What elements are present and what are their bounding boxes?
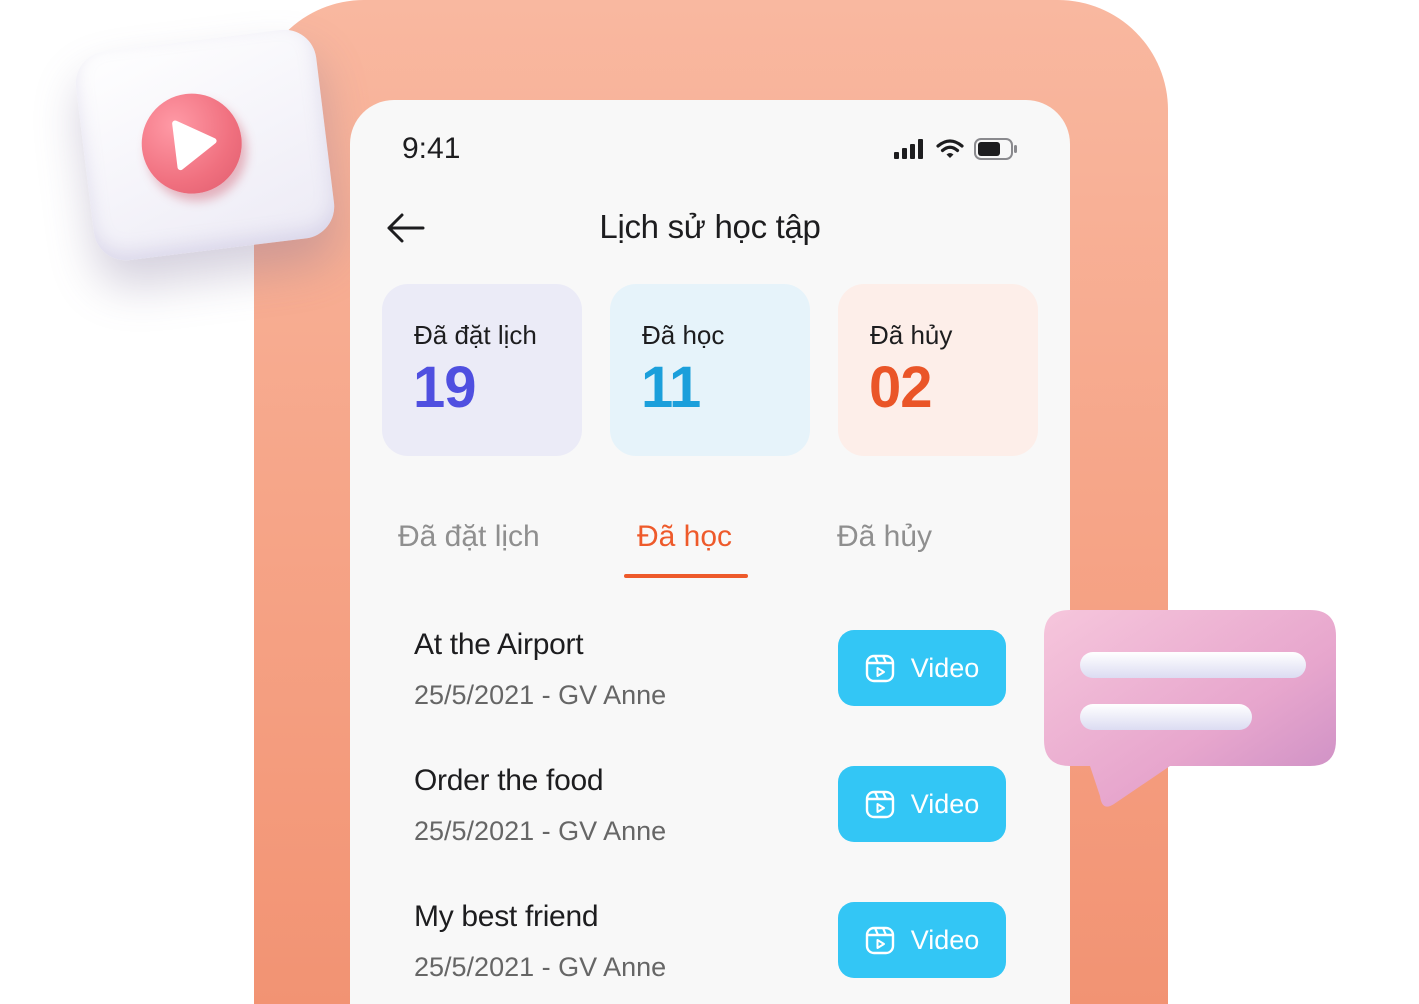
status-icons <box>894 138 1018 160</box>
stat-card-booked: Đã đặt lịch 19 <box>382 284 582 456</box>
stat-label: Đã đặt lịch <box>414 320 537 350</box>
tab-cancelled[interactable]: Đã hủy <box>837 520 932 554</box>
video-button[interactable]: Video <box>838 630 1006 706</box>
video-button[interactable]: Video <box>838 766 1006 842</box>
page-title: Lịch sử học tập <box>599 208 821 245</box>
stat-value: 02 <box>869 355 933 420</box>
active-tab-indicator <box>624 574 748 578</box>
lesson-title: At the Airport <box>414 628 584 661</box>
stat-card-cancelled: Đã hủy 02 <box>838 284 1038 456</box>
phone-screen: 9:41 Lịch sử học tập Đã đặt lịch 19 Đã h… <box>350 100 1070 1004</box>
lesson-title: Order the food <box>414 764 604 797</box>
video-button-label: Video <box>910 788 980 819</box>
battery-icon <box>974 138 1017 160</box>
stat-value: 11 <box>641 355 701 420</box>
lesson-meta: 25/5/2021 - GV Anne <box>414 952 667 982</box>
status-time: 9:41 <box>402 132 461 165</box>
header: Lịch sử học tập <box>350 200 1070 256</box>
video-button-label: Video <box>910 924 980 955</box>
wifi-icon <box>936 139 964 158</box>
video-calendar-icon <box>865 790 894 819</box>
play-icon <box>72 26 338 264</box>
lesson-meta: 25/5/2021 - GV Anne <box>414 680 667 710</box>
video-calendar-icon <box>865 654 894 683</box>
lesson-title: My best friend <box>414 900 599 933</box>
lesson-meta: 25/5/2021 - GV Anne <box>414 816 667 846</box>
video-button-label: Video <box>910 652 980 683</box>
signal-icon <box>894 139 923 159</box>
chat-bubble-icon <box>1030 600 1350 820</box>
stat-label: Đã học <box>642 320 725 350</box>
stat-label: Đã hủy <box>870 320 953 350</box>
stat-card-studied: Đã học 11 <box>610 284 810 456</box>
tab-booked[interactable]: Đã đặt lịch <box>398 520 540 554</box>
tab-studied[interactable]: Đã học <box>637 520 732 554</box>
video-button[interactable]: Video <box>838 902 1006 978</box>
video-calendar-icon <box>865 926 894 955</box>
stat-value: 19 <box>413 355 477 420</box>
